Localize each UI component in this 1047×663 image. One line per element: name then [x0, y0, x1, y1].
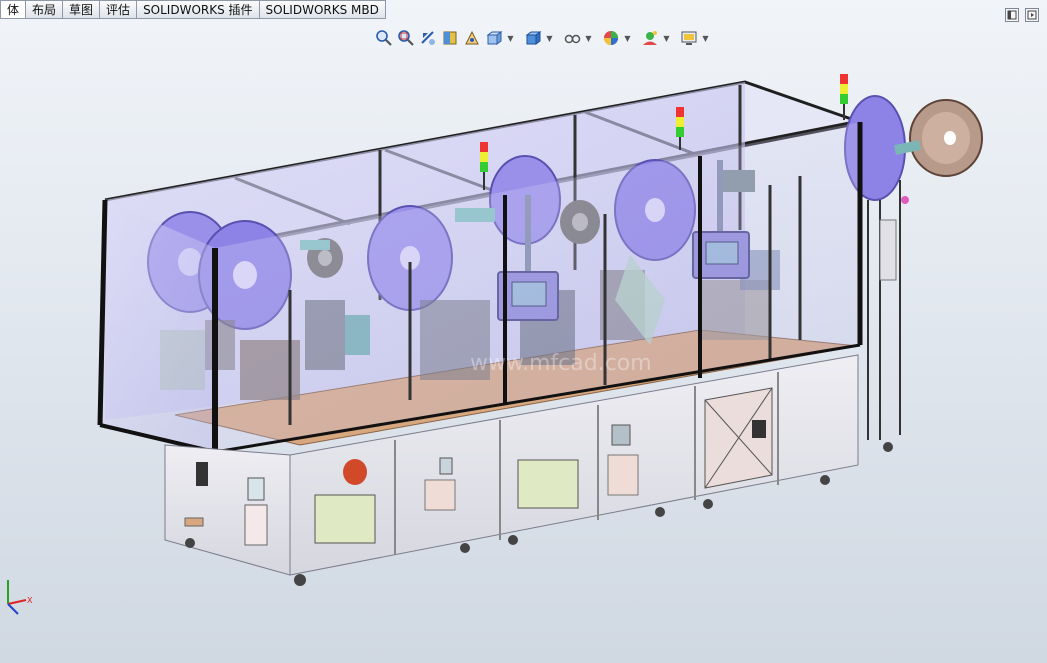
tile-left-icon[interactable]: [1005, 8, 1019, 22]
tab-layout[interactable]: 布局: [26, 0, 64, 19]
chevron-down-icon[interactable]: ▼: [506, 28, 515, 48]
chevron-down-icon[interactable]: ▼: [584, 28, 593, 48]
zoom-to-area-icon[interactable]: [396, 28, 416, 48]
chevron-down-icon[interactable]: ▼: [545, 28, 554, 48]
heads-up-view-toolbar: ▼ ▼ ▼ ▼ ▼ ▼: [374, 27, 710, 49]
previous-view-icon[interactable]: [418, 28, 438, 48]
tower-light-3: [840, 74, 848, 120]
tile-right-icon[interactable]: [1025, 8, 1039, 22]
zoom-to-fit-icon[interactable]: [374, 28, 394, 48]
view-orientation-icon[interactable]: [484, 28, 504, 48]
command-manager-tabs: 体 布局 草图 评估 SOLIDWORKS 插件 SOLIDWORKS MBD: [0, 0, 386, 20]
hide-show-items-icon[interactable]: [562, 28, 582, 48]
window-controls: [1005, 8, 1039, 22]
tab-solidworks-mbd[interactable]: SOLIDWORKS MBD: [259, 0, 386, 19]
tab-sketch[interactable]: 草图: [63, 0, 101, 19]
chevron-down-icon[interactable]: ▼: [701, 28, 710, 48]
reference-triad: X: [7, 580, 33, 615]
chevron-down-icon[interactable]: ▼: [623, 28, 632, 48]
display-style-icon[interactable]: [523, 28, 543, 48]
view-settings-icon[interactable]: [679, 28, 699, 48]
graphics-area[interactable]: www.mfcad.com X: [0, 0, 1047, 663]
svg-text:X: X: [27, 596, 33, 605]
tab-body[interactable]: 体: [0, 0, 27, 19]
tab-evaluate[interactable]: 评估: [100, 0, 138, 19]
section-view-icon[interactable]: [440, 28, 460, 48]
chevron-down-icon[interactable]: ▼: [662, 28, 671, 48]
machine-model[interactable]: www.mfcad.com: [0, 0, 1047, 663]
edit-appearance-icon[interactable]: [601, 28, 621, 48]
side-stand: [867, 180, 909, 440]
dynamic-annotation-icon[interactable]: [462, 28, 482, 48]
watermark-text: www.mfcad.com: [470, 351, 652, 376]
apply-scene-icon[interactable]: [640, 28, 660, 48]
tab-solidworks-addins[interactable]: SOLIDWORKS 插件: [137, 0, 260, 19]
